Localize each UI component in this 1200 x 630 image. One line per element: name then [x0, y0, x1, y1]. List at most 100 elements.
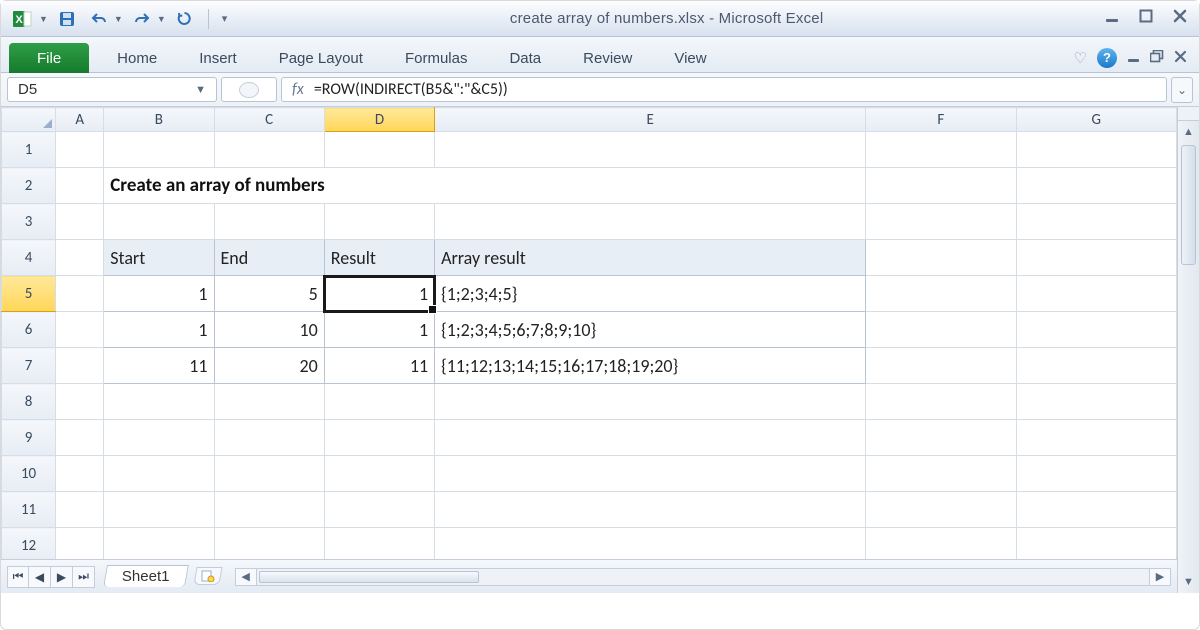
hscroll-thumb[interactable] — [259, 571, 479, 583]
cell-c5[interactable]: 5 — [214, 276, 324, 312]
sheet-nav-last-icon[interactable]: ⏭ — [73, 566, 95, 588]
formula-text: =ROW(INDIRECT(B5&":"&C5)) — [314, 80, 508, 99]
save-button[interactable] — [54, 8, 80, 30]
tab-formulas[interactable]: Formulas — [391, 43, 482, 73]
cell-e5[interactable]: {1;2;3;4;5} — [435, 276, 866, 312]
header-array-result[interactable]: Array result — [435, 240, 866, 276]
row-header-4[interactable]: 4 — [2, 240, 56, 276]
vscroll-down-icon[interactable]: ▼ — [1178, 571, 1199, 593]
row-header-7[interactable]: 7 — [2, 348, 56, 384]
sheet-area: A B C D E F G 1 2 Create an array of num… — [1, 107, 1199, 593]
minimize-button[interactable] — [1103, 9, 1121, 28]
row-header-10[interactable]: 10 — [2, 456, 56, 492]
vscroll-split-box[interactable] — [1178, 107, 1199, 121]
qat-dropdown-icon[interactable]: ▼ — [39, 14, 48, 24]
maximize-button[interactable] — [1137, 9, 1155, 28]
excel-logo-icon: X — [11, 8, 33, 30]
col-header-f[interactable]: F — [866, 108, 1016, 132]
row-header-2[interactable]: 2 — [2, 168, 56, 204]
qat-separator — [208, 9, 209, 29]
row-header-11[interactable]: 11 — [2, 492, 56, 528]
cell-d7[interactable]: 11 — [324, 348, 434, 384]
fx-label-icon: fx — [292, 80, 304, 99]
insert-function-button[interactable] — [221, 77, 277, 102]
row-header-8[interactable]: 8 — [2, 384, 56, 420]
hscroll-right-icon[interactable]: ▶ — [1149, 568, 1171, 586]
vscroll-track[interactable] — [1178, 143, 1199, 571]
select-all-button[interactable] — [2, 108, 56, 132]
cell-b5[interactable]: 1 — [104, 276, 214, 312]
name-box-dropdown-icon[interactable]: ▼ — [195, 84, 206, 96]
name-box-value: D5 — [18, 81, 37, 98]
col-header-c[interactable]: C — [214, 108, 324, 132]
expand-formula-bar-button[interactable]: ⌄ — [1171, 77, 1193, 103]
sheet-title[interactable]: Create an array of numbers — [104, 168, 866, 204]
title-bar: X ▼ ▼ ▼ ▾ create array of numbers.xlsx -… — [1, 1, 1199, 37]
repeat-button[interactable] — [172, 8, 198, 30]
formula-input[interactable]: fx =ROW(INDIRECT(B5&":"&C5)) — [281, 77, 1167, 102]
file-tab-label: File — [37, 50, 61, 67]
close-button[interactable] — [1171, 9, 1189, 28]
redo-dropdown-icon[interactable]: ▼ — [157, 14, 166, 24]
header-end[interactable]: End — [214, 240, 324, 276]
row-header-5[interactable]: 5 — [2, 276, 56, 312]
col-header-b[interactable]: B — [104, 108, 214, 132]
hscroll-track[interactable] — [257, 568, 1149, 586]
tab-home[interactable]: Home — [103, 43, 171, 73]
tab-page-layout[interactable]: Page Layout — [265, 43, 377, 73]
window-title: create array of numbers.xlsx - Microsoft… — [230, 10, 1103, 27]
vertical-scrollbar[interactable]: ▲ ▼ — [1177, 107, 1199, 593]
col-header-d[interactable]: D — [324, 108, 434, 132]
new-sheet-button[interactable] — [193, 567, 222, 585]
sheet-tab-label: Sheet1 — [122, 568, 170, 585]
cell-e7[interactable]: {11;12;13;14;15;16;17;18;19;20} — [435, 348, 866, 384]
cell-b6[interactable]: 1 — [104, 312, 214, 348]
undo-button[interactable] — [86, 8, 112, 30]
vscroll-thumb[interactable] — [1181, 145, 1196, 265]
help-icon[interactable]: ? — [1097, 48, 1117, 68]
row-header-6[interactable]: 6 — [2, 312, 56, 348]
cell-d6[interactable]: 1 — [324, 312, 434, 348]
grid[interactable]: A B C D E F G 1 2 Create an array of num… — [1, 107, 1177, 593]
tab-data[interactable]: Data — [495, 43, 555, 73]
workbook-minimize-button[interactable] — [1127, 50, 1140, 66]
sheet-nav-prev-icon[interactable]: ◀ — [29, 566, 51, 588]
row-header-1[interactable]: 1 — [2, 132, 56, 168]
col-header-e[interactable]: E — [435, 108, 866, 132]
sheet-nav-first-icon[interactable]: ⏮ — [7, 566, 29, 588]
col-header-g[interactable]: G — [1016, 108, 1176, 132]
sheet-tab-sheet1[interactable]: Sheet1 — [103, 565, 188, 587]
undo-dropdown-icon[interactable]: ▼ — [114, 14, 123, 24]
sheet-nav-next-icon[interactable]: ▶ — [51, 566, 73, 588]
col-header-a[interactable]: A — [56, 108, 104, 132]
header-result[interactable]: Result — [324, 240, 434, 276]
formula-bar: D5 ▼ fx =ROW(INDIRECT(B5&":"&C5)) ⌄ — [1, 73, 1199, 107]
customize-qat-dropdown-icon[interactable]: ▾ — [219, 12, 231, 25]
cell-e6[interactable]: {1;2;3;4;5;6;7;8;9;10} — [435, 312, 866, 348]
cell-c6[interactable]: 10 — [214, 312, 324, 348]
name-box[interactable]: D5 ▼ — [7, 77, 217, 102]
row-header-3[interactable]: 3 — [2, 204, 56, 240]
window-controls — [1103, 9, 1189, 28]
horizontal-scrollbar[interactable]: ◀ ▶ — [235, 568, 1171, 586]
sheet-nav-buttons: ⏮ ◀ ▶ ⏭ — [7, 566, 95, 588]
tab-insert[interactable]: Insert — [185, 43, 251, 73]
workbook-close-button[interactable] — [1174, 50, 1187, 66]
tab-review[interactable]: Review — [569, 43, 646, 73]
cell-d5[interactable]: 1 — [324, 276, 434, 312]
cell-c7[interactable]: 20 — [214, 348, 324, 384]
header-start[interactable]: Start — [104, 240, 214, 276]
cell-b7[interactable]: 11 — [104, 348, 214, 384]
file-tab[interactable]: File — [9, 43, 89, 73]
redo-button[interactable] — [129, 8, 155, 30]
fx-oval-icon — [239, 82, 259, 98]
vscroll-up-icon[interactable]: ▲ — [1178, 121, 1199, 143]
workbook-restore-button[interactable] — [1150, 50, 1164, 66]
minimize-ribbon-icon[interactable]: ♡ — [1074, 49, 1087, 67]
hscroll-left-icon[interactable]: ◀ — [235, 568, 257, 586]
row-header-9[interactable]: 9 — [2, 420, 56, 456]
column-header-row: A B C D E F G — [2, 108, 1177, 132]
quick-access-toolbar: X ▼ ▼ ▼ ▾ — [11, 8, 230, 30]
sheet-tab-bar: ⏮ ◀ ▶ ⏭ Sheet1 ◀ ▶ — [1, 559, 1177, 593]
tab-view[interactable]: View — [660, 43, 720, 73]
